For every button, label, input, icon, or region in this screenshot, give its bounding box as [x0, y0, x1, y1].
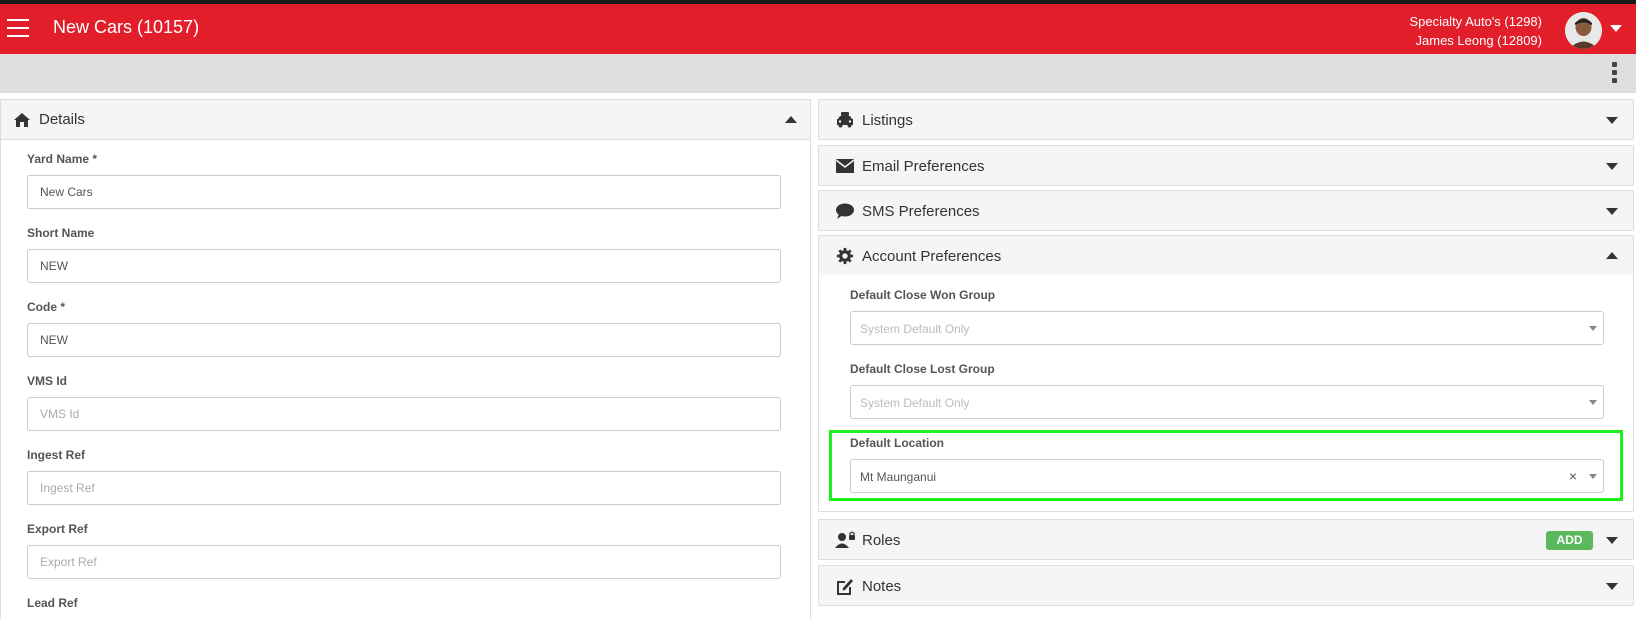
close-won-label: Default Close Won Group: [850, 288, 996, 302]
account-menu-caret-icon[interactable]: [1610, 25, 1622, 32]
collapse-caret-icon[interactable]: [1606, 252, 1618, 259]
account-preferences-body: Default Close Won Group System Default O…: [818, 275, 1634, 512]
user-lock-icon: [835, 531, 855, 548]
close-won-value: System Default Only: [860, 322, 970, 336]
export-ref-label: Export Ref: [27, 522, 88, 536]
email-preferences-title: Email Preferences: [862, 158, 985, 175]
email-preferences-accordion[interactable]: Email Preferences: [818, 145, 1634, 186]
home-icon: [14, 113, 30, 127]
close-lost-value: System Default Only: [860, 396, 970, 410]
code-label: Code *: [27, 300, 66, 314]
close-lost-label: Default Close Lost Group: [850, 362, 995, 376]
export-ref-input[interactable]: [27, 545, 781, 579]
expand-caret-icon[interactable]: [1606, 583, 1618, 590]
yard-name-input[interactable]: [27, 175, 781, 209]
short-name-label: Short Name: [27, 226, 95, 240]
code-input[interactable]: [27, 323, 781, 357]
roles-title: Roles: [862, 532, 901, 549]
clear-icon[interactable]: ×: [1569, 468, 1577, 484]
kebab-icon[interactable]: [1610, 62, 1618, 86]
add-role-button[interactable]: ADD: [1546, 531, 1593, 550]
expand-caret-icon[interactable]: [1606, 537, 1618, 544]
lead-ref-label: Lead Ref: [27, 596, 78, 610]
ingest-ref-input[interactable]: [27, 471, 781, 505]
default-location-select[interactable]: Mt Maunganui ×: [850, 459, 1604, 493]
dropdown-arrow-icon: [1589, 400, 1597, 405]
vms-id-label: VMS Id: [27, 374, 68, 388]
default-location-label: Default Location: [850, 436, 945, 450]
dropdown-arrow-icon: [1589, 474, 1597, 479]
account-dealer: Specialty Auto's (1298): [1409, 14, 1542, 29]
account-preferences-title: Account Preferences: [862, 248, 1002, 265]
close-won-select[interactable]: System Default Only: [850, 311, 1604, 345]
envelope-icon: [835, 159, 855, 173]
gear-icon: [836, 247, 854, 265]
dropdown-arrow-icon: [1589, 326, 1597, 331]
account-user: James Leong (12809): [1415, 33, 1542, 48]
account-preferences-accordion[interactable]: Account Preferences: [818, 235, 1634, 276]
page-title: New Cars (10157): [53, 17, 200, 37]
car-icon: [837, 112, 853, 128]
default-location-value: Mt Maunganui: [860, 470, 937, 484]
details-panel-header[interactable]: Details: [1, 100, 810, 140]
listings-title: Listings: [862, 112, 913, 129]
expand-caret-icon[interactable]: [1606, 208, 1618, 215]
sms-preferences-accordion[interactable]: SMS Preferences: [818, 190, 1634, 231]
notes-accordion[interactable]: Notes: [818, 565, 1634, 606]
details-title: Details: [39, 111, 85, 128]
notes-title: Notes: [862, 578, 902, 595]
collapse-caret-icon[interactable]: [785, 116, 797, 123]
toolbar: [0, 54, 1636, 93]
edit-note-icon: [837, 579, 853, 595]
app-header: New Cars (10157) Specialty Auto's (1298)…: [0, 4, 1636, 54]
vms-id-input[interactable]: [27, 397, 781, 431]
expand-caret-icon[interactable]: [1606, 117, 1618, 124]
avatar[interactable]: [1565, 12, 1602, 49]
roles-accordion[interactable]: Roles ADD: [818, 519, 1634, 560]
account-info: Specialty Auto's (1298) James Leong (128…: [1409, 12, 1542, 50]
close-lost-select[interactable]: System Default Only: [850, 385, 1604, 419]
hamburger-icon[interactable]: [7, 19, 29, 37]
yard-name-label: Yard Name *: [27, 152, 98, 166]
ingest-ref-label: Ingest Ref: [27, 448, 86, 462]
listings-accordion[interactable]: Listings: [818, 99, 1634, 140]
chat-bubble-icon: [836, 203, 854, 219]
sms-preferences-title: SMS Preferences: [862, 203, 980, 220]
expand-caret-icon[interactable]: [1606, 163, 1618, 170]
short-name-input[interactable]: [27, 249, 781, 283]
